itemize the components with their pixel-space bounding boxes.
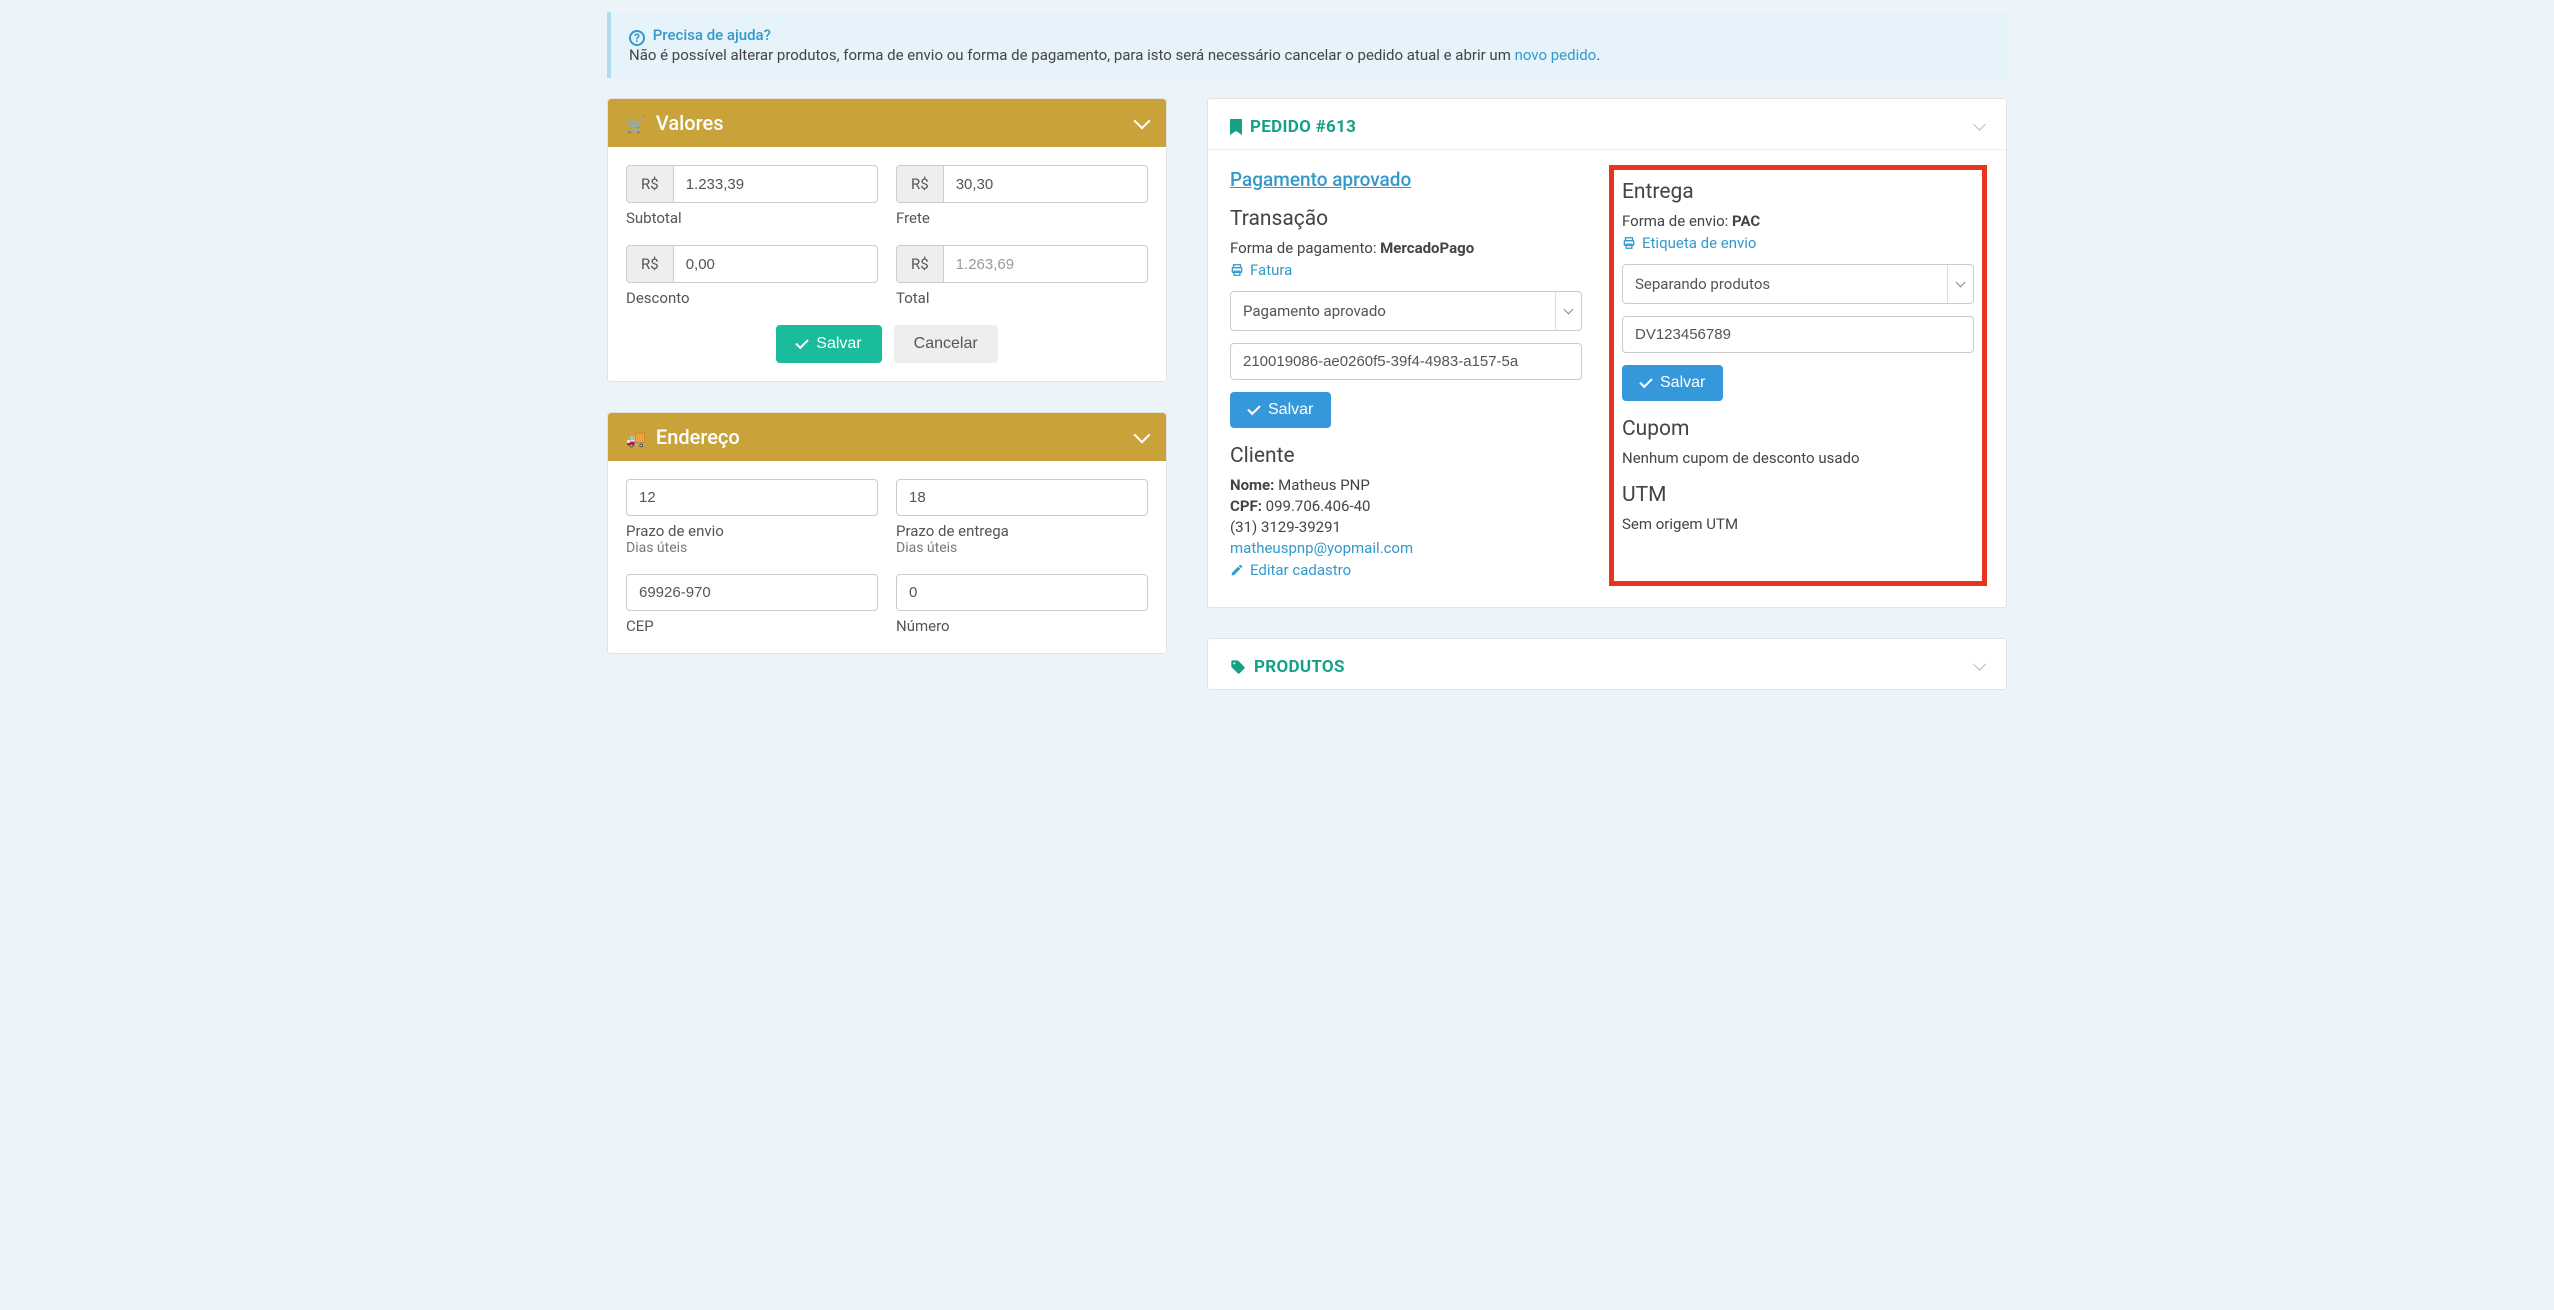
panel-title: Valores: [656, 111, 724, 135]
currency-prefix: R$: [896, 165, 943, 203]
nome-value: Matheus PNP: [1278, 476, 1370, 494]
print-icon: [1230, 263, 1244, 277]
currency-prefix: R$: [626, 245, 673, 283]
produtos-panel-header[interactable]: PRODUTOS: [1208, 639, 2006, 689]
forma-pagamento-label: Forma de pagamento:: [1230, 239, 1380, 257]
truck-icon: [626, 425, 646, 449]
check-icon: [796, 339, 810, 350]
cupom-text: Nenhum cupom de desconto usado: [1622, 449, 1974, 467]
transacao-heading: Transação: [1230, 207, 1582, 231]
chevron-down-icon: [1973, 118, 1986, 131]
alert-text-after: .: [1596, 46, 1600, 64]
forma-envio-value: PAC: [1732, 212, 1760, 230]
print-icon: [1622, 236, 1636, 250]
dias-uteis-label: Dias úteis: [896, 540, 1148, 556]
check-icon: [1248, 405, 1262, 416]
tracking-input[interactable]: [1622, 316, 1974, 353]
valores-cancel-button[interactable]: Cancelar: [894, 325, 998, 363]
valores-save-button[interactable]: Salvar: [776, 325, 881, 363]
order-left-column: Pagamento aprovado Transação Forma de pa…: [1230, 168, 1582, 583]
subtotal-input[interactable]: [673, 165, 878, 203]
cpf-label: CPF:: [1230, 497, 1266, 515]
prazo-envio-label: Prazo de envio: [626, 522, 878, 540]
cpf-value: 099.706.406-40: [1266, 497, 1371, 515]
transaction-id-input[interactable]: [1230, 343, 1582, 380]
desconto-label: Desconto: [626, 289, 878, 307]
endereco-panel-header[interactable]: Endereço: [608, 413, 1166, 461]
check-icon: [1640, 378, 1654, 389]
currency-prefix: R$: [626, 165, 673, 203]
chevron-down-icon: [1134, 112, 1151, 129]
editar-cadastro-link[interactable]: Editar cadastro: [1250, 561, 1351, 579]
utm-text: Sem origem UTM: [1622, 515, 1974, 533]
help-link[interactable]: Precisa de ajuda?: [653, 26, 771, 44]
nome-label: Nome:: [1230, 476, 1278, 494]
delivery-status-select[interactable]: Separando produtos: [1622, 264, 1974, 304]
numero-input[interactable]: [896, 574, 1148, 611]
email-link[interactable]: matheuspnp@yopmail.com: [1230, 539, 1413, 557]
frete-input[interactable]: [943, 165, 1148, 203]
order-right-column: Entrega Forma de envio: PAC Etiqueta de …: [1612, 168, 1984, 583]
produtos-panel: PRODUTOS: [1207, 638, 2007, 690]
button-label: Salvar: [1660, 374, 1705, 392]
cliente-heading: Cliente: [1230, 444, 1582, 468]
payment-status-select[interactable]: Pagamento aprovado: [1230, 291, 1582, 331]
bookmark-icon: [1230, 119, 1242, 135]
panel-title: PRODUTOS: [1254, 657, 1345, 677]
desconto-input[interactable]: [673, 245, 878, 283]
alert-text: Não é possível alterar produtos, forma d…: [629, 46, 1515, 64]
panel-title: PEDIDO #613: [1250, 117, 1356, 137]
entrega-heading: Entrega: [1622, 180, 1974, 204]
question-icon: ?: [629, 30, 645, 46]
button-label: Salvar: [1268, 401, 1313, 419]
button-label: Salvar: [816, 335, 861, 353]
cart-icon: [626, 111, 646, 135]
prazo-entrega-input[interactable]: [896, 479, 1148, 516]
subtotal-label: Subtotal: [626, 209, 878, 227]
fatura-link[interactable]: Fatura: [1250, 261, 1292, 279]
valores-panel: Valores R$ Subtotal: [607, 98, 1167, 382]
total-label: Total: [896, 289, 1148, 307]
chevron-down-icon: [1134, 426, 1151, 443]
help-alert: ? Precisa de ajuda? Não é possível alter…: [607, 12, 2007, 78]
utm-heading: UTM: [1622, 483, 1974, 507]
transacao-save-button[interactable]: Salvar: [1230, 392, 1331, 428]
currency-prefix: R$: [896, 245, 943, 283]
payment-status-link[interactable]: Pagamento aprovado: [1230, 168, 1582, 191]
valores-panel-header[interactable]: Valores: [608, 99, 1166, 147]
total-input: [943, 245, 1148, 283]
dias-uteis-label: Dias úteis: [626, 540, 878, 556]
prazo-entrega-label: Prazo de entrega: [896, 522, 1148, 540]
prazo-envio-input[interactable]: [626, 479, 878, 516]
pedido-panel-header[interactable]: PEDIDO #613: [1208, 99, 2006, 150]
forma-envio-label: Forma de envio:: [1622, 212, 1732, 230]
new-order-link[interactable]: novo pedido: [1515, 46, 1597, 64]
panel-title: Endereço: [656, 425, 740, 449]
entrega-save-button[interactable]: Salvar: [1622, 365, 1723, 401]
phone-value: (31) 3129-39291: [1230, 518, 1582, 536]
cep-label: CEP: [626, 617, 878, 635]
numero-label: Número: [896, 617, 1148, 635]
cupom-heading: Cupom: [1622, 417, 1974, 441]
chevron-down-icon: [1973, 658, 1986, 671]
frete-label: Frete: [896, 209, 1148, 227]
tag-icon: [1230, 659, 1246, 675]
cep-input[interactable]: [626, 574, 878, 611]
forma-pagamento-value: MercadoPago: [1380, 239, 1474, 257]
button-label: Cancelar: [914, 335, 978, 353]
pencil-icon: [1230, 563, 1244, 577]
etiqueta-envio-link[interactable]: Etiqueta de envio: [1642, 234, 1756, 252]
pedido-panel: PEDIDO #613 Pagamento aprovado Transação…: [1207, 98, 2007, 608]
endereco-panel: Endereço Prazo de envio Dias úteis Pra: [607, 412, 1167, 654]
